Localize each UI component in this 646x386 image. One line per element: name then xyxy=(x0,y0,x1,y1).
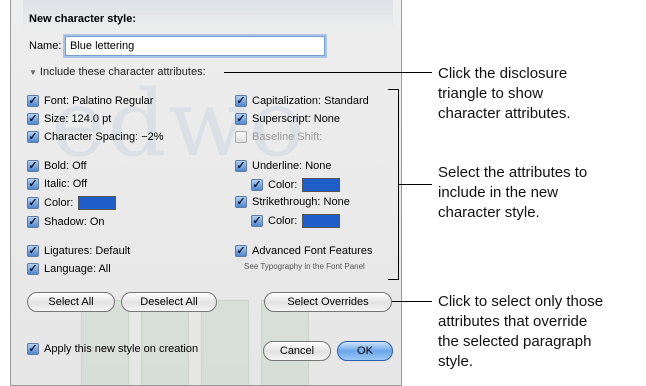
callout-1-leader-line xyxy=(224,72,432,73)
callout-select-overrides: Click to select only those attributes th… xyxy=(438,292,643,372)
checkmark-icon[interactable]: ✓ xyxy=(235,113,247,125)
callout-line: Click the disclosure xyxy=(438,65,568,82)
apply-on-creation-label: Apply this new style on creation xyxy=(44,343,199,355)
checkmark-icon[interactable]: ✓ xyxy=(235,196,247,208)
capitalization-checkbox[interactable]: ✓ Capitalization: Standard xyxy=(235,95,369,107)
checkmark-icon[interactable]: ✓ xyxy=(251,179,263,191)
size-checkbox-label: Size: 124.0 pt xyxy=(44,113,112,125)
italic-checkbox-label: Italic: Off xyxy=(44,178,88,190)
select-overrides-button[interactable]: Select Overrides xyxy=(264,292,392,312)
callout-disclosure: Click the disclosure triangle to show ch… xyxy=(438,64,643,124)
checkmark-icon[interactable]: ✓ xyxy=(27,343,39,355)
ligatures-checkbox-label: Ligatures: Default xyxy=(44,245,131,257)
callout-line: character style. xyxy=(438,204,540,221)
underline-color-label: Color: xyxy=(268,179,298,191)
attributes-bracket-bottom xyxy=(388,279,399,280)
underline-checkbox[interactable]: ✓ Underline: None xyxy=(235,160,332,172)
strikethrough-checkbox-label: Strikethrough: None xyxy=(252,196,350,208)
bold-checkbox[interactable]: ✓ Bold: Off xyxy=(27,160,87,172)
checkmark-icon[interactable]: ✓ xyxy=(235,95,247,107)
checkmark-icon[interactable]: ✓ xyxy=(27,178,39,190)
checkmark-icon[interactable]: ✓ xyxy=(27,160,39,172)
callout-3-leader-line xyxy=(392,301,432,302)
select-all-button[interactable]: Select All xyxy=(27,292,115,312)
checkmark-icon[interactable]: ✓ xyxy=(27,113,39,125)
callout-line: the selected paragraph xyxy=(438,333,592,350)
style-name-input[interactable] xyxy=(65,36,325,56)
attributes-bracket-top xyxy=(388,89,399,90)
shadow-checkbox-label: Shadow: On xyxy=(44,216,105,228)
superscript-checkbox-label: Superscript: None xyxy=(252,113,341,125)
strike-color-swatch[interactable] xyxy=(302,214,341,228)
callout-line: Select the attributes to xyxy=(438,164,588,181)
strike-color-label: Color: xyxy=(268,215,298,227)
checkmark-icon[interactable]: ✓ xyxy=(251,215,263,227)
superscript-checkbox[interactable]: ✓ Superscript: None xyxy=(235,113,340,125)
advanced-features-note: See Typography in the Font Panel xyxy=(244,262,365,271)
ok-button[interactable]: OK xyxy=(337,341,393,361)
new-character-style-dialog: edwo New character style: Name: ▼ Includ… xyxy=(10,0,402,386)
color-checkbox[interactable]: ✓ Color: xyxy=(27,196,117,210)
text-color-swatch[interactable] xyxy=(78,196,117,210)
underline-color-swatch[interactable] xyxy=(302,178,341,192)
ligatures-checkbox[interactable]: ✓ Ligatures: Default xyxy=(27,245,130,257)
name-label: Name: xyxy=(29,40,62,52)
font-checkbox[interactable]: ✓ Font: Palatino Regular xyxy=(27,95,153,107)
underline-checkbox-label: Underline: None xyxy=(252,160,332,172)
baseline-shift-checkbox-label: Baseline Shift: xyxy=(252,131,323,143)
callout-line: include in the new xyxy=(438,184,559,201)
color-checkbox-label: Color: xyxy=(44,197,74,209)
bold-checkbox-label: Bold: Off xyxy=(44,160,87,172)
deselect-all-button[interactable]: Deselect All xyxy=(121,292,217,312)
unchecked-box-icon[interactable] xyxy=(235,131,247,143)
attributes-disclosure[interactable]: ▼ Include these character attributes: xyxy=(29,66,206,78)
checkmark-icon[interactable]: ✓ xyxy=(27,95,39,107)
font-checkbox-label: Font: Palatino Regular xyxy=(44,95,154,107)
apply-on-creation-checkbox[interactable]: ✓ Apply this new style on creation xyxy=(27,343,198,355)
dialog-title: New character style: xyxy=(29,13,136,25)
cancel-button[interactable]: Cancel xyxy=(263,341,331,361)
callout-2-leader-line xyxy=(398,184,432,185)
callout-attributes: Select the attributes to include in the … xyxy=(438,163,643,223)
spacing-checkbox[interactable]: ✓ Character Spacing: −2% xyxy=(27,131,164,143)
strikethrough-checkbox[interactable]: ✓ Strikethrough: None xyxy=(235,196,350,208)
checkmark-icon[interactable]: ✓ xyxy=(27,216,39,228)
checkmark-icon[interactable]: ✓ xyxy=(27,131,39,143)
advanced-font-features-label: Advanced Font Features xyxy=(252,245,373,257)
spacing-checkbox-label: Character Spacing: −2% xyxy=(44,131,164,143)
language-checkbox[interactable]: ✓ Language: All xyxy=(27,263,111,275)
italic-checkbox[interactable]: ✓ Italic: Off xyxy=(27,178,87,190)
callout-line: style. xyxy=(438,353,474,370)
callout-line: Click to select only those xyxy=(438,293,604,310)
checkmark-icon[interactable]: ✓ xyxy=(27,263,39,275)
baseline-shift-checkbox[interactable]: Baseline Shift: xyxy=(235,131,322,143)
advanced-font-features-checkbox[interactable]: ✓ Advanced Font Features xyxy=(235,245,372,257)
callout-line: attributes that override xyxy=(438,313,588,330)
disclosure-triangle-icon[interactable]: ▼ xyxy=(29,68,37,77)
checkmark-icon[interactable]: ✓ xyxy=(235,160,247,172)
checkmark-icon[interactable]: ✓ xyxy=(235,245,247,257)
shadow-checkbox[interactable]: ✓ Shadow: On xyxy=(27,216,105,228)
checkmark-icon[interactable]: ✓ xyxy=(27,245,39,257)
strike-color-checkbox[interactable]: ✓ Color: xyxy=(251,214,341,228)
underline-color-checkbox[interactable]: ✓ Color: xyxy=(251,178,341,192)
language-checkbox-label: Language: All xyxy=(44,263,111,275)
callout-line: character attributes. xyxy=(438,105,571,122)
checkmark-icon[interactable]: ✓ xyxy=(27,197,39,209)
disclosure-label: Include these character attributes: xyxy=(39,66,206,78)
callout-line: triangle to show xyxy=(438,85,544,102)
capitalization-checkbox-label: Capitalization: Standard xyxy=(252,95,369,107)
size-checkbox[interactable]: ✓ Size: 124.0 pt xyxy=(27,113,111,125)
